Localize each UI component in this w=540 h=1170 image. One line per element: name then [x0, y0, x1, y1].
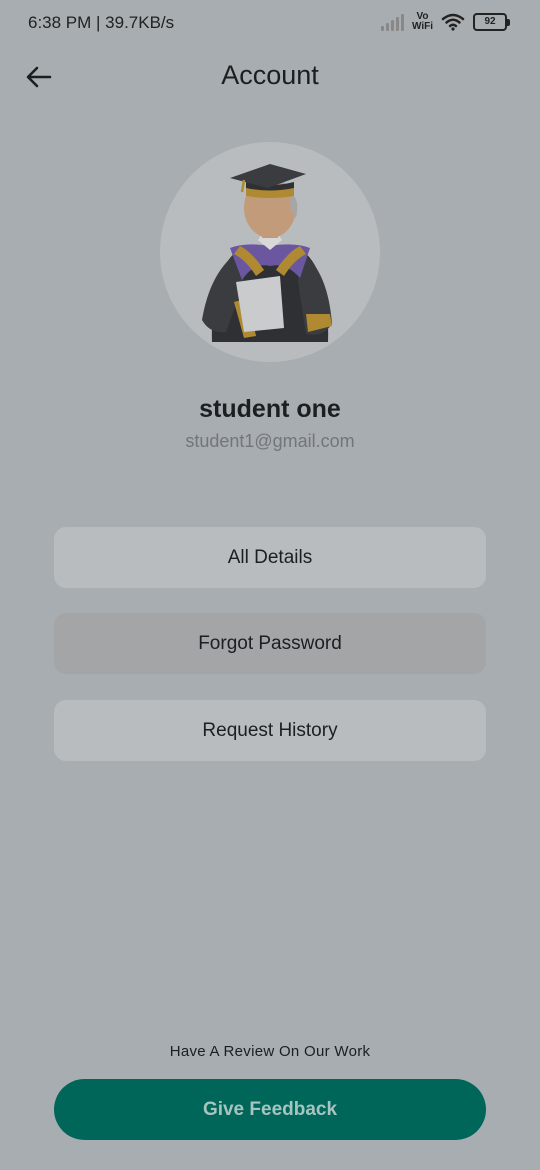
- all-details-label: All Details: [227, 546, 313, 568]
- forgot-password-label: Forgot Password: [198, 632, 342, 654]
- user-email: student1@gmail.com: [185, 431, 355, 451]
- request-history-button[interactable]: Request History: [54, 700, 486, 761]
- vowifi-bottom-label: WiFi: [411, 21, 433, 32]
- wifi-icon: [441, 13, 465, 31]
- page-title: Account: [221, 60, 319, 90]
- user-name: student one: [199, 395, 341, 423]
- all-details-button[interactable]: All Details: [54, 527, 486, 588]
- avatar: [160, 142, 380, 362]
- vowifi-icon: Vo WiFi: [412, 12, 433, 32]
- graduate-avatar-illustration: [202, 164, 332, 342]
- forgot-password-button[interactable]: Forgot Password: [54, 613, 486, 674]
- give-feedback-label: Give Feedback: [202, 1098, 338, 1120]
- signal-icon: [380, 13, 404, 31]
- status-icons: Vo WiFi 92: [380, 12, 510, 32]
- review-prompt: Have A Review On Our Work: [169, 1043, 371, 1060]
- status-bar: 6:38 PM | 39.7KB/s Vo WiFi 92: [0, 0, 540, 48]
- give-feedback-button[interactable]: Give Feedback: [54, 1079, 486, 1140]
- request-history-label: Request History: [202, 719, 338, 741]
- status-time-speed: 6:38 PM | 39.7KB/s: [28, 13, 175, 32]
- app-header: Account: [0, 50, 540, 104]
- battery-icon: 92: [473, 13, 510, 31]
- battery-level: 92: [473, 13, 507, 31]
